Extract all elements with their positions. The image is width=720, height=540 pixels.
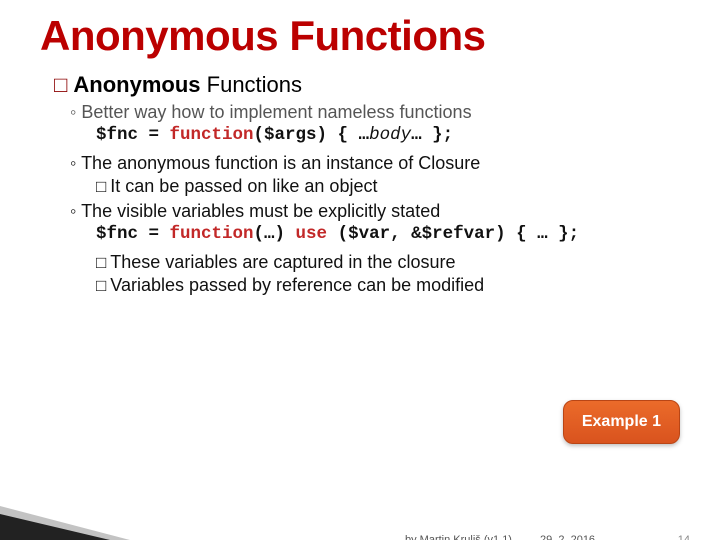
heading-rest: Functions [207, 72, 302, 97]
code-keyword: use [296, 224, 328, 244]
code-text: (…) [254, 224, 296, 244]
slide: Anonymous Functions □ Anonymous Function… [0, 0, 720, 540]
subbullet-captured-vars: These variables are captured in the clos… [96, 252, 680, 273]
bullet-closure-instance: The anonymous function is an instance of… [70, 153, 680, 174]
decor-triangle-dark [0, 514, 110, 540]
subbullet-passed-as-object: It can be passed on like an object [96, 176, 680, 197]
heading-bullet-icon: □ [54, 72, 73, 97]
code-text: $fnc = [96, 224, 170, 244]
subbullet-by-reference: Variables passed by reference can be mod… [96, 275, 680, 296]
code-text: ($args) { … [254, 125, 370, 145]
code-text: ($var, &$refvar) { … }; [327, 224, 579, 244]
code-text: $fnc = [96, 125, 170, 145]
example-badge[interactable]: Example 1 [563, 400, 680, 444]
bullet-better-way: Better way how to implement nameless fun… [70, 102, 680, 123]
footer-page-number: 14 [678, 534, 690, 540]
footer-date: 29. 2. 2016 [540, 534, 595, 540]
bullet-explicit-visibles: The visible variables must be explicitly… [70, 201, 680, 222]
footer-author: by Martin Kruliš (v1.1) [405, 534, 512, 540]
code-keyword: function [170, 125, 254, 145]
slide-title: Anonymous Functions [40, 12, 680, 60]
heading-bold: Anonymous [73, 72, 206, 97]
code-body-placeholder: body [369, 125, 411, 145]
code-text: … }; [411, 125, 453, 145]
code-snippet-2: $fnc = function(…) use ($var, &$refvar) … [96, 224, 680, 244]
section-heading: □ Anonymous Functions [54, 72, 680, 98]
code-keyword: function [170, 224, 254, 244]
code-snippet-1: $fnc = function($args) { …body… }; [96, 125, 680, 145]
